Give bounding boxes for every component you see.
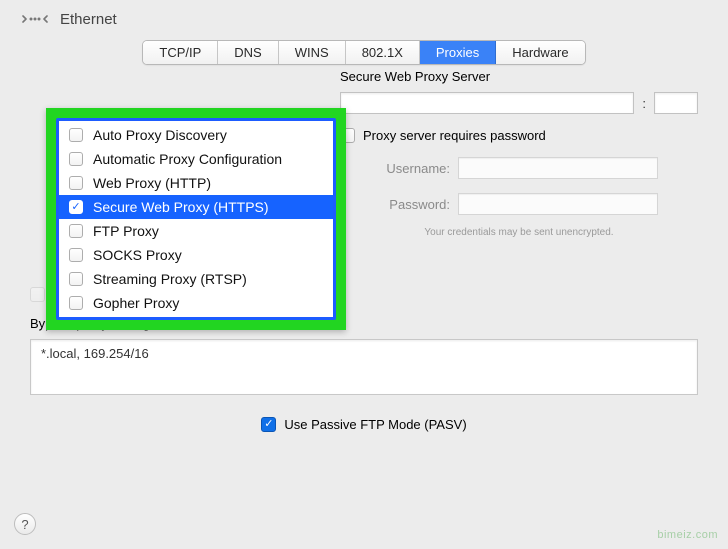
server-title: Secure Web Proxy Server [340, 69, 698, 84]
page-title: Ethernet [60, 11, 117, 28]
protocol-item[interactable]: Gopher Proxy [59, 291, 333, 315]
credentials-note: Your credentials may be sent unencrypted… [340, 227, 698, 238]
password-label: Password: [340, 197, 450, 212]
protocol-checkbox[interactable] [69, 224, 83, 238]
exclude-simple-checkbox[interactable] [30, 287, 45, 302]
protocol-item[interactable]: Auto Proxy Discovery [59, 123, 333, 147]
protocol-checkbox[interactable] [69, 152, 83, 166]
tab-wins[interactable]: WINS [279, 41, 346, 64]
proxy-host-input[interactable] [340, 92, 634, 114]
protocol-checkbox[interactable] [69, 176, 83, 190]
protocol-label: Auto Proxy Discovery [93, 127, 227, 143]
protocol-label: Web Proxy (HTTP) [93, 175, 211, 191]
tab-802-1x[interactable]: 802.1X [346, 41, 420, 64]
proxy-port-input[interactable] [654, 92, 698, 114]
protocol-checkbox[interactable] [69, 200, 83, 214]
protocol-item[interactable]: SOCKS Proxy [59, 243, 333, 267]
protocol-item[interactable]: Web Proxy (HTTP) [59, 171, 333, 195]
help-button[interactable]: ? [14, 513, 36, 535]
tab-bar: TCP/IPDNSWINS802.1XProxiesHardware [0, 40, 728, 65]
protocol-label: SOCKS Proxy [93, 247, 182, 263]
host-port-separator: : [642, 96, 646, 111]
ethernet-icon [22, 10, 48, 28]
bypass-textarea[interactable]: *.local, 169.254/16 [30, 339, 698, 395]
tab-proxies[interactable]: Proxies [420, 41, 496, 64]
watermark: bimeiz.com [657, 529, 718, 541]
protocol-item[interactable]: Automatic Proxy Configuration [59, 147, 333, 171]
protocol-list-highlight: Auto Proxy Discovery Automatic Proxy Conf… [46, 108, 346, 330]
protocol-item[interactable]: FTP Proxy [59, 219, 333, 243]
protocol-item[interactable]: Secure Web Proxy (HTTPS) [59, 195, 333, 219]
protocol-checkbox[interactable] [69, 128, 83, 142]
password-input[interactable] [458, 193, 658, 215]
protocol-label: Automatic Proxy Configuration [93, 151, 282, 167]
pasv-label: Use Passive FTP Mode (PASV) [284, 417, 466, 432]
protocol-checkbox[interactable] [69, 248, 83, 262]
protocol-label: FTP Proxy [93, 223, 159, 239]
tab-hardware[interactable]: Hardware [496, 41, 584, 64]
protocol-label: Streaming Proxy (RTSP) [93, 271, 247, 287]
protocol-checkbox[interactable] [69, 296, 83, 310]
protocol-label: Secure Web Proxy (HTTPS) [93, 199, 269, 215]
tab-dns[interactable]: DNS [218, 41, 278, 64]
protocol-label: Gopher Proxy [93, 295, 179, 311]
protocol-item[interactable]: Streaming Proxy (RTSP) [59, 267, 333, 291]
tab-tcp-ip[interactable]: TCP/IP [143, 41, 218, 64]
pasv-checkbox[interactable] [261, 417, 276, 432]
username-input[interactable] [458, 157, 658, 179]
requires-password-label: Proxy server requires password [363, 128, 546, 143]
protocol-checkbox[interactable] [69, 272, 83, 286]
protocol-list[interactable]: Auto Proxy Discovery Automatic Proxy Conf… [56, 118, 336, 320]
username-label: Username: [340, 161, 450, 176]
